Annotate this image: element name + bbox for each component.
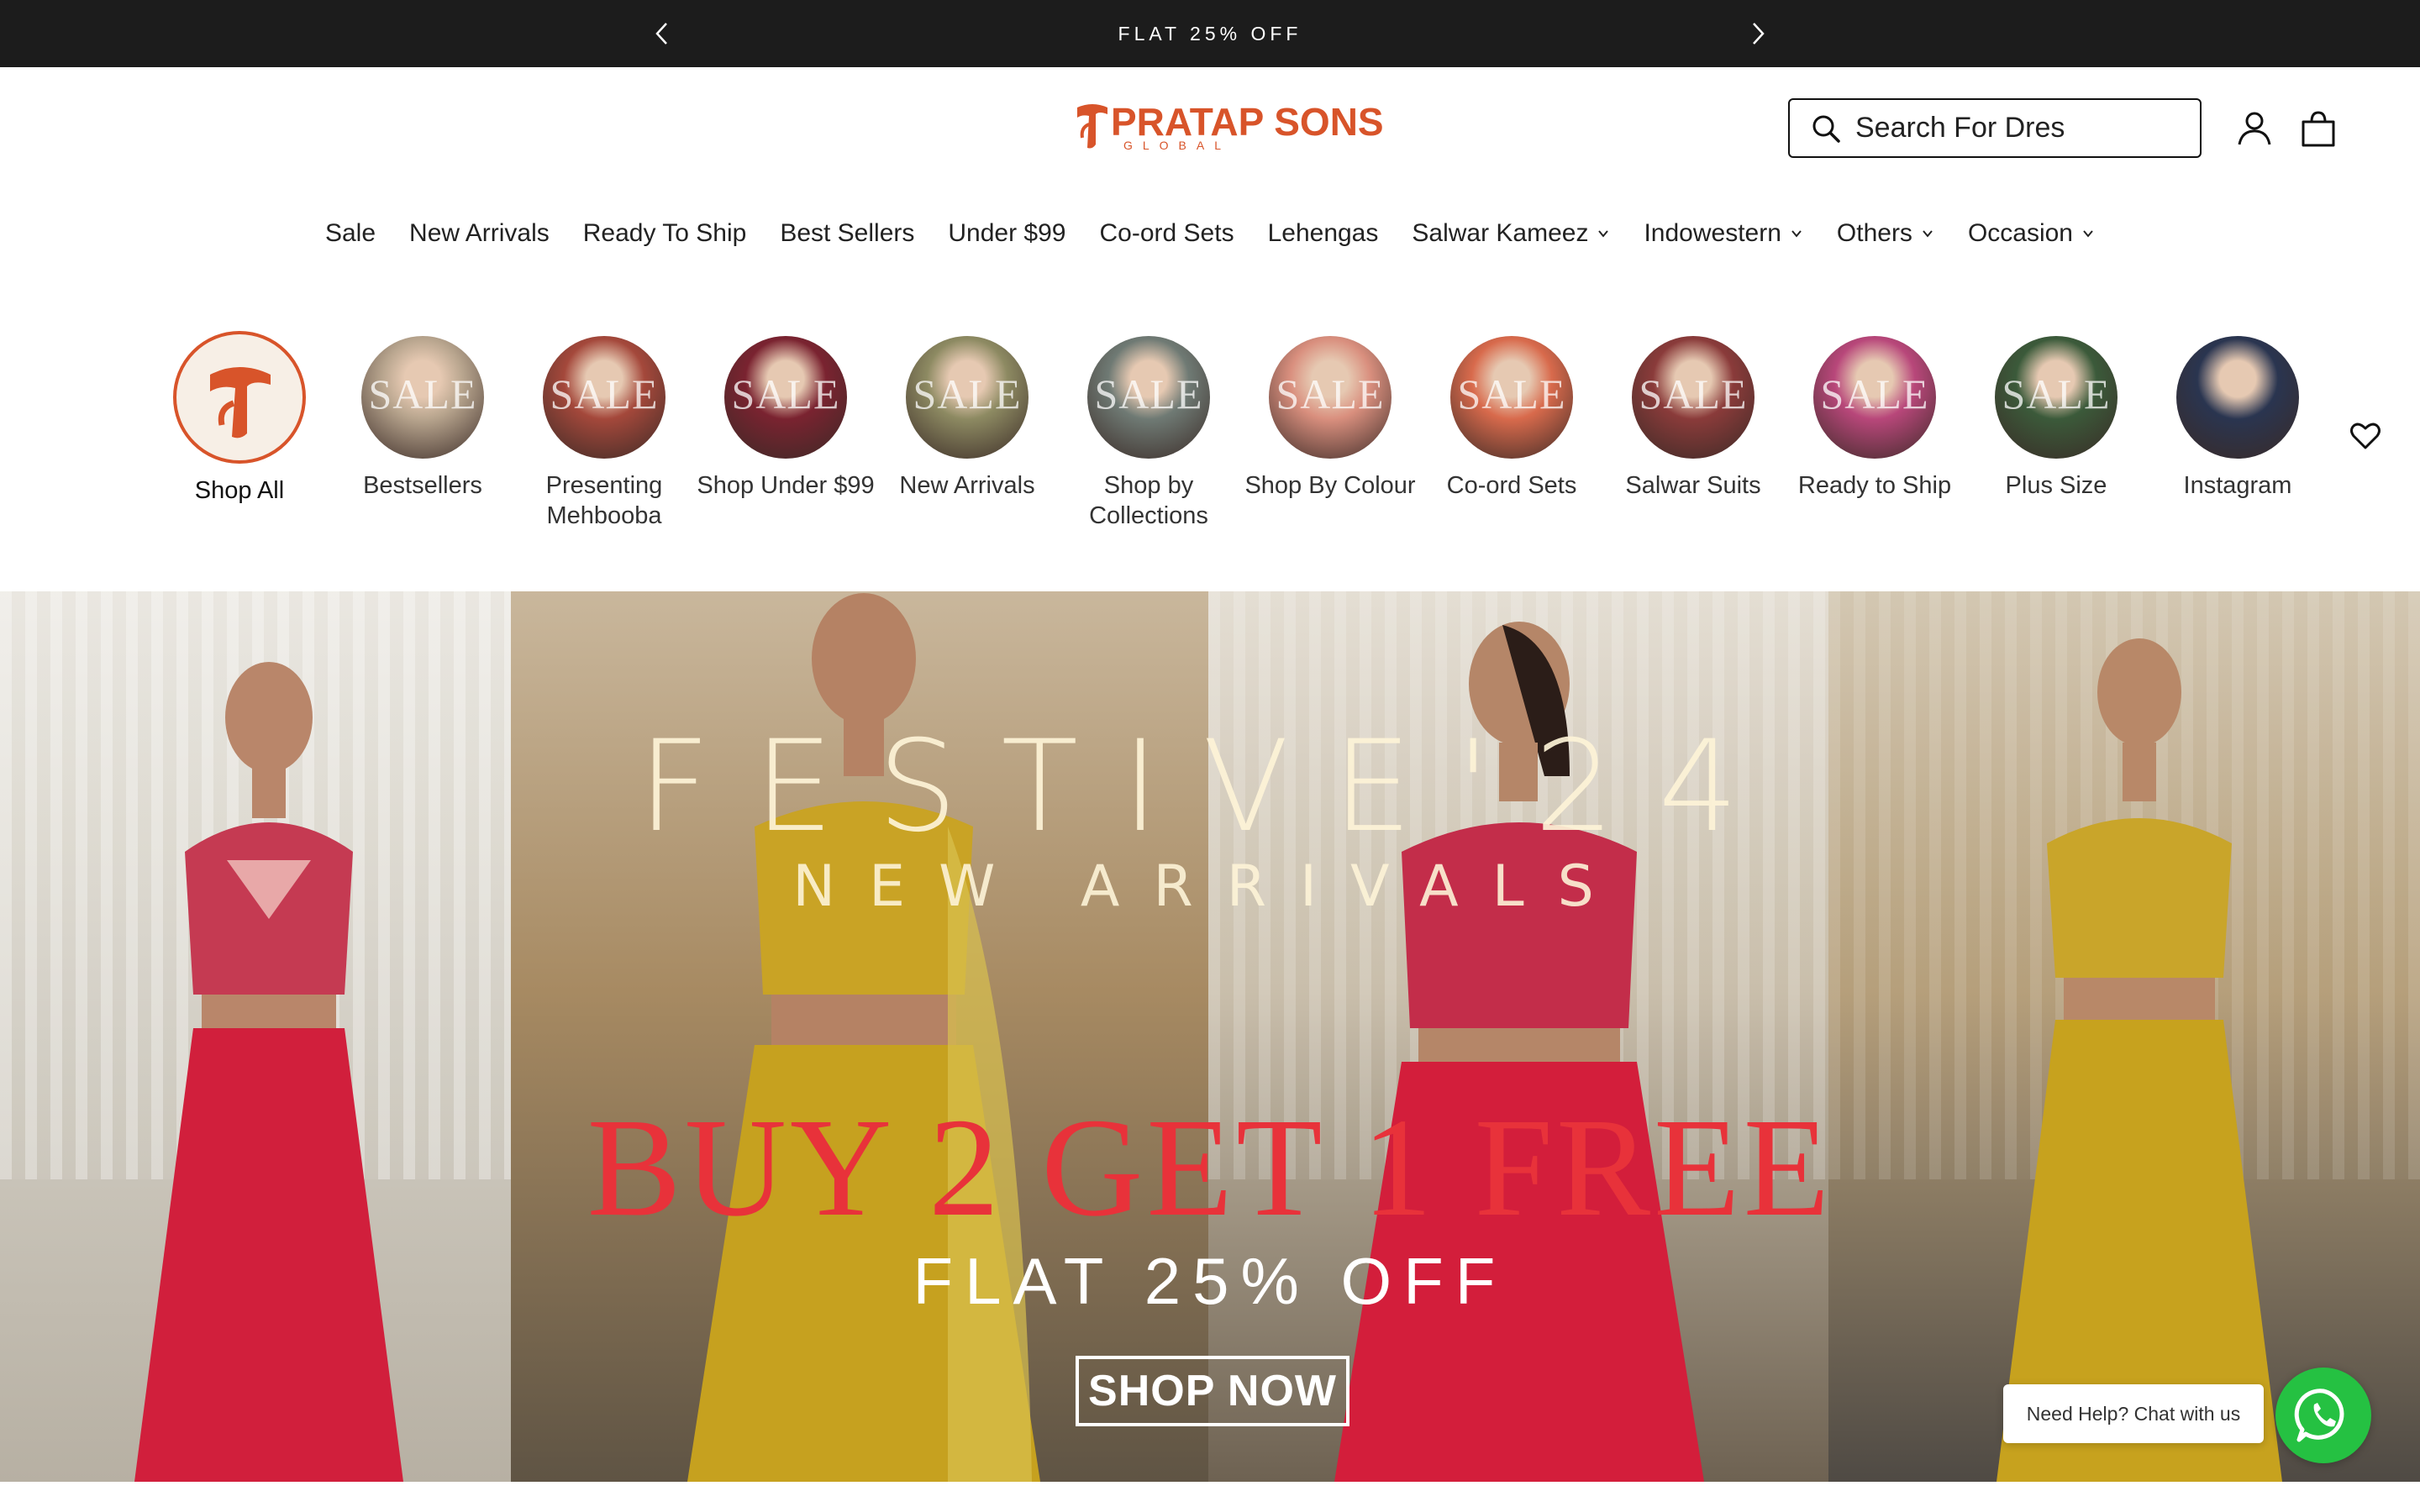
category-bestsellers[interactable]: SALE Bestsellers	[331, 331, 514, 501]
nav-item-label: Salwar Kameez	[1412, 219, 1589, 247]
hero-subheadline: NEW ARRIVALS	[792, 853, 1628, 920]
sale-overlay: SALE	[1094, 370, 1203, 417]
sale-overlay: SALE	[2002, 370, 2111, 417]
category-image: SALE	[1269, 336, 1392, 459]
chat-prompt[interactable]: Need Help? Chat with us	[2003, 1384, 2264, 1443]
category-co-ord-sets[interactable]: SALE Co-ord Sets	[1420, 331, 1603, 501]
category-plus-size[interactable]: SALE Plus Size	[1965, 331, 2148, 501]
shop-now-button[interactable]: SHOP NOW	[1076, 1356, 1349, 1426]
category-label: Co-ord Sets	[1446, 472, 1577, 499]
search-icon	[1812, 115, 1840, 143]
nav-item-under-99[interactable]: Under $99	[948, 212, 1065, 255]
nav-item-label: Under $99	[948, 219, 1066, 247]
nav-item-label: New Arrivals	[409, 219, 550, 247]
logo[interactable]: PRATAP SONS GLOBAL	[1076, 99, 1384, 156]
nav-item-others[interactable]: Others	[1837, 212, 1934, 255]
main-nav: Sale New Arrivals Ready To Ship Best Seller…	[0, 212, 2420, 255]
category-instagram[interactable]: Instagram	[2146, 331, 2329, 501]
chevron-down-icon	[1598, 230, 1609, 238]
hero-headline: FESTIVE'24	[638, 714, 1782, 860]
nav-item-best-sellers[interactable]: Best Sellers	[780, 212, 914, 255]
category-label: New Arrivals	[899, 472, 1035, 499]
nav-item-co-ord-sets[interactable]: Co-ord Sets	[1100, 212, 1234, 255]
category-image: SALE	[724, 336, 847, 459]
category-image: SALE	[1087, 336, 1210, 459]
whatsapp-chat-button[interactable]	[2275, 1368, 2371, 1463]
sale-overlay: SALE	[1276, 370, 1385, 417]
announcement-text: FLAT 25% OFF	[1118, 23, 1302, 45]
hero-banner[interactable]: FESTIVE'24 NEW ARRIVALS BUY 2 GET 1 FREE…	[0, 591, 2420, 1482]
logo-text: PRATAP SONS	[1111, 100, 1384, 144]
nav-item-label: Lehengas	[1267, 219, 1379, 247]
sale-overlay: SALE	[368, 370, 477, 417]
category-label: Shop All	[194, 477, 285, 504]
category-shop-by-colour[interactable]: SALE Shop By Colour	[1239, 331, 1422, 501]
category-label: Ready to Ship	[1797, 472, 1952, 499]
nav-item-indowestern[interactable]: Indowestern	[1644, 212, 1802, 255]
chevron-down-icon	[2083, 230, 2093, 238]
nav-item-new-arrivals[interactable]: New Arrivals	[409, 212, 550, 255]
category-shop-under-99[interactable]: SALE Shop Under $99	[694, 331, 877, 501]
nav-item-label: Others	[1836, 219, 1912, 247]
category-image: SALE	[1632, 336, 1754, 459]
logo-mark-icon	[1077, 104, 1107, 149]
category-shop-by-collections[interactable]: SALE Shop by Collections	[1057, 331, 1240, 531]
account-icon[interactable]	[2235, 109, 2274, 148]
hero-offer: BUY 2 GET 1 FREE	[587, 1089, 1833, 1246]
nav-item-label: Ready To Ship	[582, 219, 747, 247]
category-presenting-mehbooba[interactable]: SALE Presenting Mehbooba	[513, 331, 696, 531]
sale-overlay: SALE	[1457, 370, 1566, 417]
chevron-right-icon[interactable]	[1741, 17, 1775, 50]
category-label: Shop by Collections	[1089, 472, 1208, 529]
category-image: SALE	[543, 336, 666, 459]
category-image: SALE	[906, 336, 1028, 459]
announcement-bar: FLAT 25% OFF	[0, 0, 2420, 67]
sale-overlay: SALE	[913, 370, 1022, 417]
nav-item-occasion[interactable]: Occasion	[1968, 212, 2095, 255]
nav-item-label: Indowestern	[1644, 219, 1781, 247]
cart-icon[interactable]	[2299, 109, 2338, 148]
chevron-down-icon	[1923, 230, 1933, 238]
category-image: SALE	[361, 336, 484, 459]
category-image	[2176, 336, 2299, 459]
nav-item-lehengas[interactable]: Lehengas	[1268, 212, 1379, 255]
sale-overlay: SALE	[1639, 370, 1748, 417]
category-label: Shop By Colour	[1244, 472, 1416, 499]
nav-item-salwar-kameez[interactable]: Salwar Kameez	[1412, 212, 1610, 255]
search-box[interactable]	[1788, 98, 2202, 158]
nav-item-label: Co-ord Sets	[1099, 219, 1234, 247]
nav-item-label: Occasion	[1967, 219, 2073, 247]
chevron-down-icon	[1791, 230, 1802, 238]
category-image: SALE	[1450, 336, 1573, 459]
category-shop-all[interactable]: Shop All	[148, 331, 331, 506]
category-image: SALE	[1813, 336, 1936, 459]
nav-item-sale[interactable]: Sale	[325, 212, 376, 255]
search-input[interactable]	[1855, 112, 2191, 144]
logo-mark-icon	[210, 367, 271, 438]
sale-overlay: SALE	[1820, 370, 1929, 417]
sale-overlay: SALE	[550, 370, 659, 417]
category-carousel: Shop All SALE Bestsellers SALE Presenting Me…	[150, 331, 2301, 541]
category-ready-to-ship[interactable]: SALE Ready to Ship	[1783, 331, 1966, 501]
nav-item-label: Best Sellers	[780, 219, 915, 247]
category-new-arrivals[interactable]: SALE New Arrivals	[876, 331, 1059, 501]
category-label: Salwar Suits	[1625, 472, 1761, 499]
category-image	[173, 331, 306, 464]
category-label: Instagram	[2183, 472, 2292, 499]
category-label: Plus Size	[2005, 472, 2107, 499]
hero-discount: FLAT 25% OFF	[913, 1244, 1507, 1318]
whatsapp-icon	[2294, 1389, 2344, 1442]
sale-overlay: SALE	[731, 370, 840, 417]
nav-item-label: Sale	[324, 219, 376, 247]
category-label: Presenting Mehbooba	[545, 472, 663, 529]
category-image: SALE	[1995, 336, 2118, 459]
category-salwar-suits[interactable]: SALE Salwar Suits	[1602, 331, 1785, 501]
nav-item-ready-to-ship[interactable]: Ready To Ship	[583, 212, 747, 255]
category-label: Bestsellers	[363, 472, 482, 499]
heart-icon[interactable]	[2349, 420, 2381, 452]
category-label: Shop Under $99	[697, 472, 875, 499]
logo-subtext: GLOBAL	[1123, 139, 1232, 152]
